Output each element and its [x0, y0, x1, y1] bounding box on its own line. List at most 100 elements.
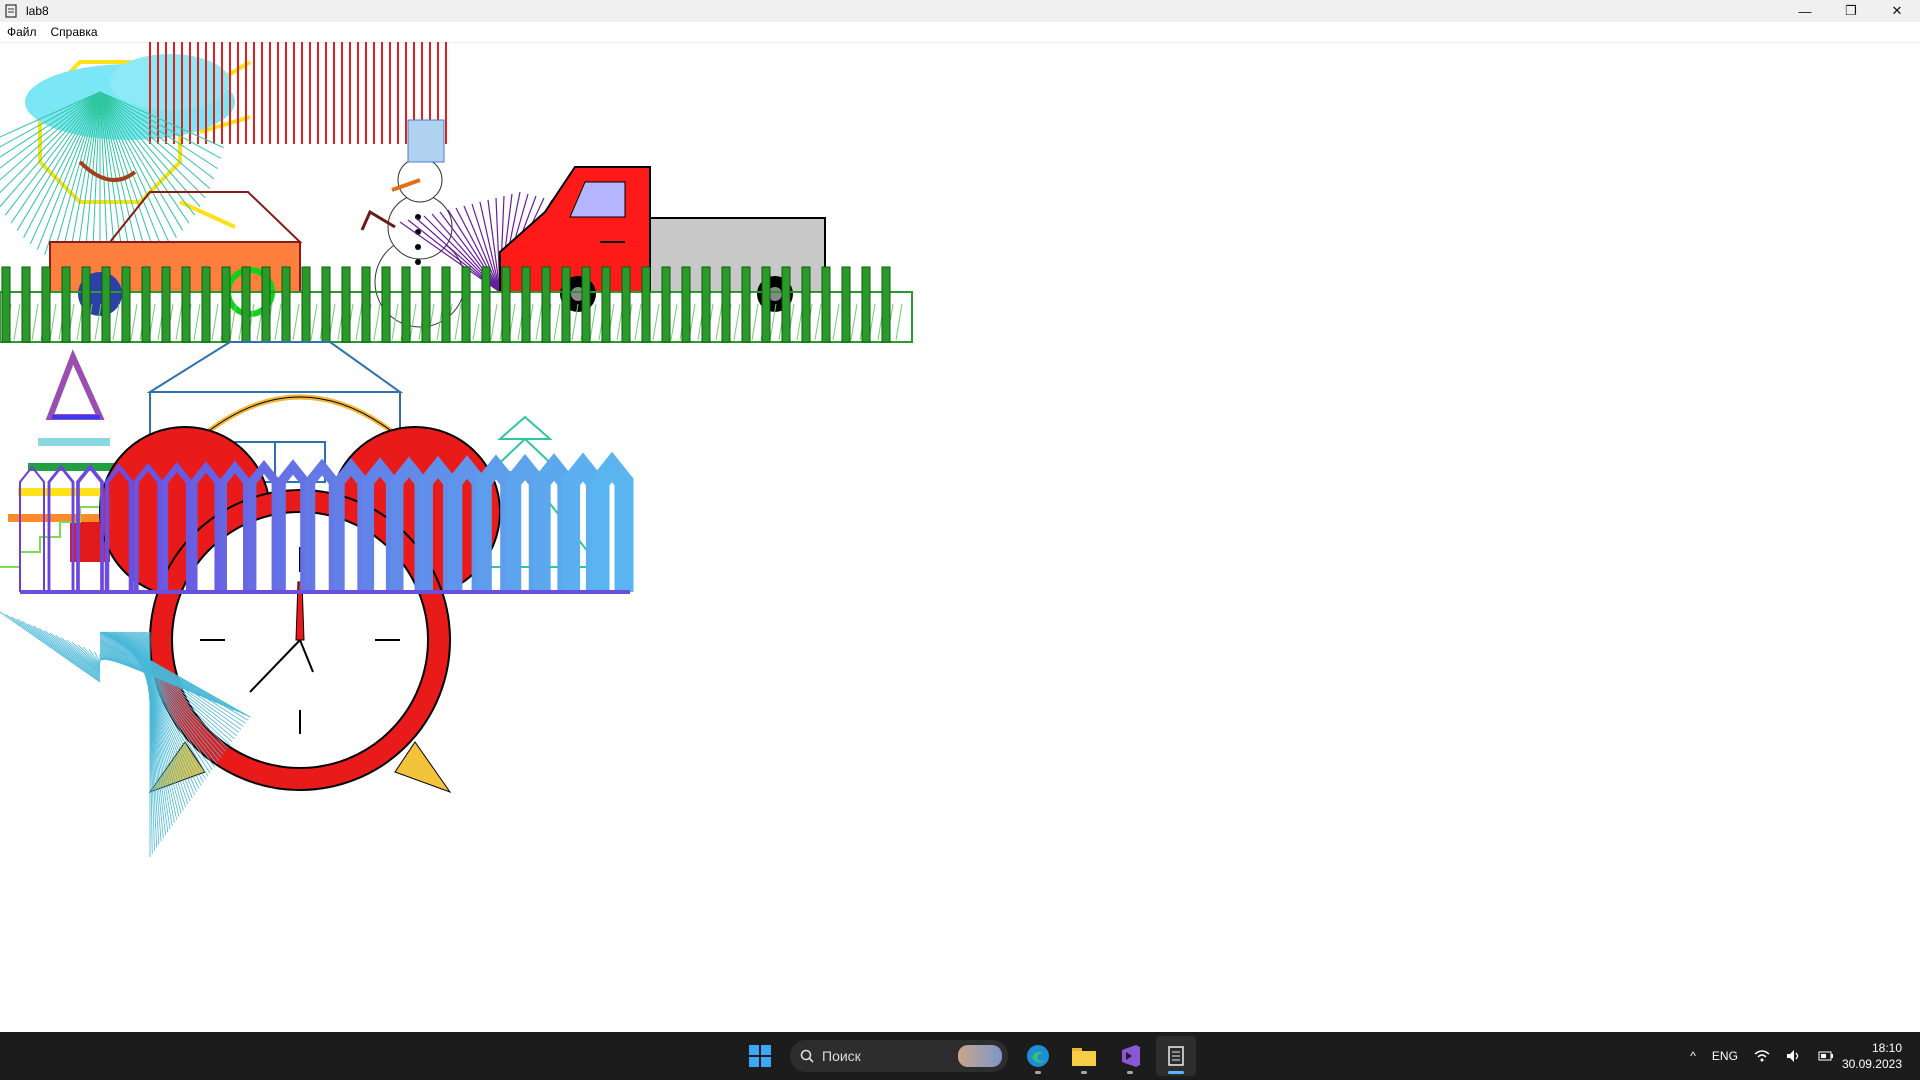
grass-blade — [850, 303, 858, 341]
maximize-button[interactable]: ❐ — [1828, 0, 1874, 22]
grass-blade — [49, 303, 57, 341]
grass-post — [361, 266, 371, 343]
grass-post — [241, 266, 251, 343]
blue-fan-line — [10, 616, 101, 681]
taskbar-search[interactable]: Поиск — [790, 1040, 1008, 1072]
grass-post — [621, 266, 631, 343]
car-cabin — [107, 191, 303, 243]
grass-post — [301, 266, 311, 343]
grass-blade — [292, 303, 300, 341]
grass-post — [561, 266, 571, 343]
grass-blade — [310, 303, 318, 341]
grass-post — [861, 266, 871, 343]
edge-icon[interactable] — [1018, 1036, 1058, 1076]
grass-blade — [832, 303, 840, 341]
minimize-button[interactable]: — — [1782, 0, 1828, 22]
grass-post — [201, 266, 211, 343]
grass-post — [481, 266, 491, 343]
grass-blade — [589, 303, 597, 341]
app-icon — [5, 4, 17, 18]
grass-post — [381, 266, 391, 343]
grass-post — [801, 266, 811, 343]
grass-post — [521, 266, 531, 343]
grass-post — [761, 266, 771, 343]
grass-post — [101, 266, 111, 343]
grass-post — [881, 266, 891, 343]
grass-blade — [814, 303, 822, 341]
drawing-svg — [0, 42, 913, 857]
title-bar: lab8 — ❐ ✕ — [0, 0, 1920, 22]
grass-post — [81, 266, 91, 343]
grass-post — [61, 266, 71, 343]
visual-studio-icon[interactable] — [1110, 1036, 1150, 1076]
drawing-canvas[interactable] — [0, 42, 1920, 1032]
small-tree-top — [497, 415, 553, 440]
wifi-icon[interactable] — [1746, 1049, 1778, 1063]
grass-blade — [670, 303, 678, 341]
battery-icon[interactable] — [1810, 1049, 1842, 1063]
grass-post — [781, 266, 791, 343]
clock-handle-outline — [194, 396, 406, 443]
grass-post — [121, 266, 131, 343]
windows-start-icon[interactable] — [740, 1036, 780, 1076]
menu-bar: Файл Справка — [0, 22, 1920, 43]
house-roof — [146, 341, 404, 393]
grass-blade — [193, 303, 201, 341]
grass-blade — [535, 303, 543, 341]
grass-blade — [751, 303, 759, 341]
grass-post — [501, 266, 511, 343]
blue-fan-line — [44, 630, 101, 674]
search-placeholder: Поиск — [822, 1048, 861, 1064]
grass-post — [821, 266, 831, 343]
grass-blade — [490, 303, 498, 341]
blue-fan-line — [16, 618, 101, 679]
grass-blade — [175, 303, 183, 341]
grass-blade — [31, 303, 39, 341]
grass-post — [141, 266, 151, 343]
blue-fan-line — [21, 621, 101, 678]
clock-time: 18:10 — [1871, 1041, 1902, 1055]
grass-post — [161, 266, 171, 343]
grass-post — [41, 266, 51, 343]
lab8-app-icon[interactable] — [1156, 1036, 1196, 1076]
volume-icon[interactable] — [1778, 1049, 1810, 1063]
grass-blade — [553, 303, 561, 341]
grass-post — [741, 266, 751, 343]
truck-trailer — [649, 217, 826, 293]
close-button[interactable]: ✕ — [1874, 0, 1920, 22]
fence-picket — [19, 465, 45, 592]
grass-post — [581, 266, 591, 343]
snowman-button — [415, 244, 421, 250]
grass-post — [701, 266, 711, 343]
grass-blade — [373, 303, 381, 341]
grass-blade — [130, 303, 138, 341]
language-indicator[interactable]: ENG — [1704, 1049, 1746, 1063]
grass-post — [461, 266, 471, 343]
grass-post — [341, 266, 351, 343]
grass-post — [21, 266, 31, 343]
grass-blade — [895, 303, 903, 341]
grass-post — [181, 266, 191, 343]
window-title: lab8 — [26, 4, 49, 18]
blue-fan-line — [0, 611, 101, 683]
grass-post — [321, 266, 331, 343]
grass-post — [841, 266, 851, 343]
file-explorer-icon[interactable] — [1064, 1036, 1104, 1076]
grass-post — [541, 266, 551, 343]
clock-date: 30.09.2023 — [1841, 1057, 1902, 1071]
sun-ray — [179, 200, 236, 229]
fence-picket — [590, 451, 634, 592]
tray-chevron-icon[interactable]: ^ — [1682, 1049, 1704, 1063]
menu-file[interactable]: Файл — [0, 25, 44, 39]
taskbar-clock[interactable]: 18:10 30.09.2023 — [1842, 1040, 1920, 1072]
search-icon — [800, 1049, 814, 1063]
grass-post — [261, 266, 271, 343]
grass-post — [441, 266, 451, 343]
menu-help[interactable]: Справка — [44, 25, 105, 39]
grass-blade — [13, 303, 21, 341]
cloud — [110, 54, 230, 110]
grass-post — [281, 266, 291, 343]
taskbar: Поиск ^ ENG 18:10 30.09.2023 — [0, 1032, 1920, 1080]
grass-blade — [733, 303, 741, 341]
purple-triangle — [45, 349, 105, 420]
